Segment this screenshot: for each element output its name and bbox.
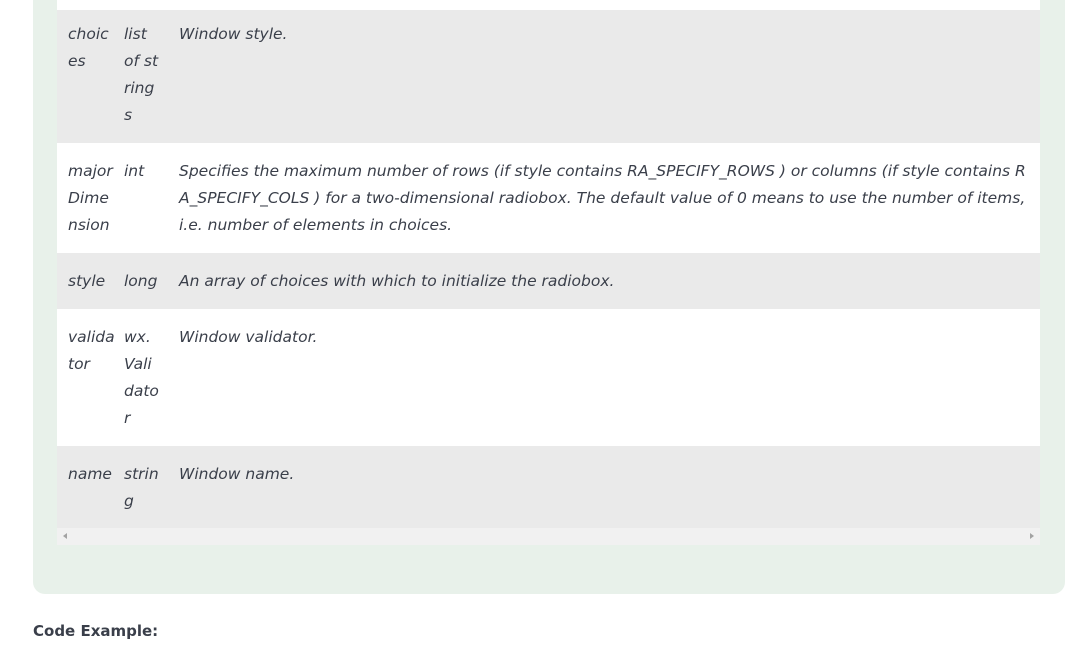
- table-row: validator wx.Validator Window validator.: [57, 309, 1040, 446]
- param-type: long: [124, 272, 158, 290]
- param-description: Window name.: [179, 465, 295, 483]
- param-name: name: [68, 465, 112, 483]
- param-name: majorDimension: [68, 162, 113, 234]
- param-type: list of strings: [124, 25, 159, 124]
- param-type: string: [124, 465, 159, 510]
- param-name: style: [68, 272, 106, 290]
- param-name: choices: [68, 25, 109, 70]
- param-name: validator: [68, 328, 115, 373]
- table-row: majorDimension int Specifies the maximum…: [57, 143, 1040, 253]
- param-description: Window style.: [179, 25, 288, 43]
- param-description: Specifies the maximum number of rows (if…: [179, 162, 1026, 234]
- table-row: name string Window name.: [57, 446, 1040, 528]
- param-description: Window validator.: [179, 328, 318, 346]
- table-row-spacer: [57, 0, 1040, 10]
- table-row: choices list of strings Window style.: [57, 10, 1040, 143]
- scroll-right-arrow-icon[interactable]: [1030, 533, 1034, 539]
- param-type: wx.Validator: [124, 328, 159, 427]
- parameters-table-container[interactable]: choices list of strings Window style. ma…: [57, 0, 1040, 528]
- horizontal-scrollbar[interactable]: [57, 528, 1040, 545]
- scroll-left-arrow-icon[interactable]: [63, 533, 67, 539]
- code-example-heading: Code Example:: [33, 622, 159, 640]
- param-description: An array of choices with which to initia…: [179, 272, 615, 290]
- parameters-table: choices list of strings Window style. ma…: [57, 0, 1040, 528]
- table-row: style long An array of choices with whic…: [57, 253, 1040, 309]
- param-type: int: [124, 162, 145, 180]
